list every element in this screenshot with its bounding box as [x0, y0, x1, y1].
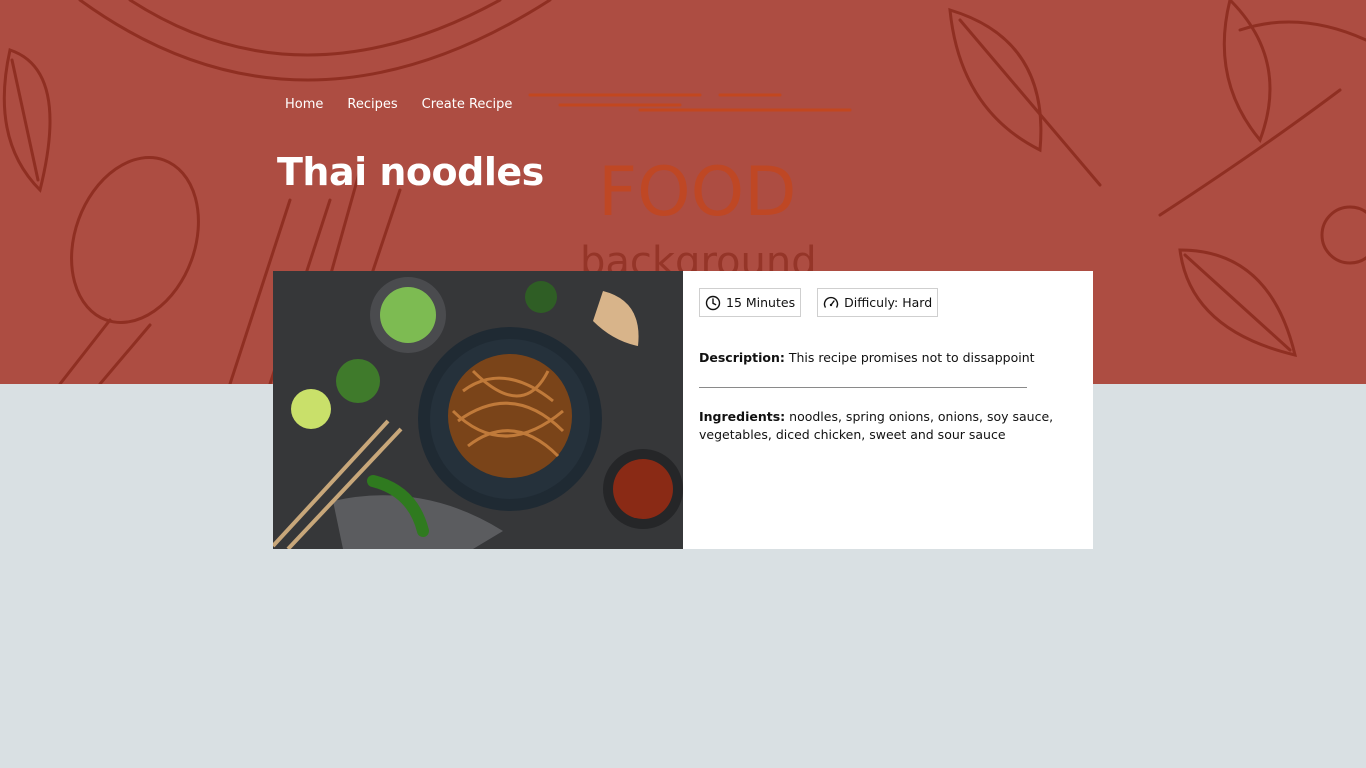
gauge-icon — [823, 296, 839, 308]
divider — [699, 387, 1027, 388]
time-badge: 15 Minutes — [699, 288, 802, 317]
clock-icon — [705, 295, 721, 310]
recipe-card: 15 Minutes Difficuly: Hard Description: … — [273, 271, 1093, 549]
page-title: Thai noodles — [277, 150, 544, 194]
description-label: Description: — [699, 350, 785, 365]
description: Description: This recipe promises not to… — [699, 349, 1077, 367]
recipe-photo — [273, 271, 683, 549]
svg-text:FOOD: FOOD — [598, 153, 797, 232]
recipe-info: 15 Minutes Difficuly: Hard Description: … — [683, 271, 1093, 549]
ingredients-label: Ingredients: — [699, 409, 786, 424]
difficulty-badge: Difficuly: Hard — [817, 288, 939, 317]
recipe-meta: 15 Minutes Difficuly: Hard — [699, 288, 1077, 317]
nav-home-link[interactable]: Home — [285, 96, 323, 114]
time-value: 15 Minutes — [726, 295, 796, 310]
description-text: This recipe promises not to dissappoint — [788, 350, 1035, 365]
nav-create-recipe-link[interactable]: Create Recipe — [422, 96, 513, 114]
ingredients: Ingredients: noodles, spring onions, oni… — [699, 408, 1059, 444]
difficulty-value: Difficuly: Hard — [844, 295, 933, 310]
main-nav: Home Recipes Create Recipe — [285, 96, 536, 114]
nav-recipes-link[interactable]: Recipes — [347, 96, 397, 114]
